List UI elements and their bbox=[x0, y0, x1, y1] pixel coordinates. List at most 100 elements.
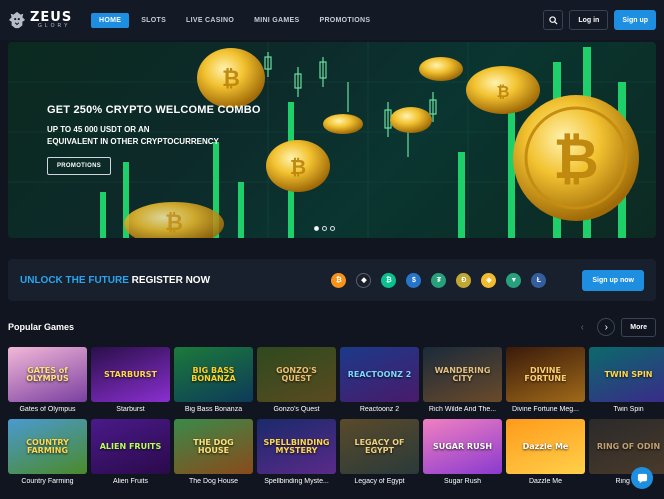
game-title: Gates of Olympus bbox=[19, 406, 76, 413]
game-title: Rich Wilde And The... bbox=[428, 406, 497, 413]
game-title: Country Farming bbox=[21, 478, 74, 485]
section-title: Popular Games bbox=[8, 322, 75, 332]
game-title: Big Bass Bonanza bbox=[184, 406, 243, 413]
svg-text:₿: ₿ bbox=[553, 127, 599, 192]
game-title: Twin Spin bbox=[613, 406, 644, 413]
game-logo: Dazzle Me bbox=[522, 441, 569, 451]
search-button[interactable] bbox=[543, 10, 564, 30]
game-title: Divine Fortune Meg... bbox=[512, 406, 579, 413]
game-title: Dazzle Me bbox=[528, 478, 563, 485]
top-header: ZEUS GLORY HOME SLOTS LIVE CASINO MINI G… bbox=[0, 0, 664, 40]
carousel-dot-3[interactable] bbox=[330, 226, 335, 231]
prev-arrow-icon[interactable]: ‹ bbox=[573, 318, 591, 336]
game-title: Gonzo's Quest bbox=[273, 406, 320, 413]
chat-icon bbox=[637, 473, 647, 483]
bitcoin-icon: ₿ bbox=[331, 272, 347, 288]
tron-icon: ▼ bbox=[506, 272, 522, 288]
register-banner: UNLOCK THE FUTURE REGISTER NOW ₿ ◆ ₿ $ ₮ Ð ◈ ▼ Ł… bbox=[8, 259, 656, 301]
lion-logo-icon bbox=[8, 11, 26, 29]
game-title: Sugar Rush bbox=[444, 478, 481, 485]
chat-button[interactable] bbox=[631, 467, 653, 489]
usdc-icon: $ bbox=[406, 272, 422, 288]
game-tile[interactable]: WANDERING CITY Rich Wilde And The... bbox=[423, 347, 502, 413]
game-logo: THE DOG HOUSE bbox=[193, 437, 234, 455]
game-tile[interactable]: Dazzle Me Dazzle Me bbox=[506, 419, 585, 485]
login-button[interactable]: Log in bbox=[569, 10, 609, 30]
game-thumbnail[interactable]: THE DOG HOUSE bbox=[174, 419, 253, 474]
main-nav: HOME SLOTS LIVE CASINO MINI GAMES PROMOT… bbox=[91, 12, 378, 28]
game-logo: SUGAR RUSH bbox=[432, 441, 493, 451]
carousel-dot-2[interactable] bbox=[322, 226, 327, 231]
game-tile[interactable]: GATES of OLYMPUS Gates of Olympus bbox=[8, 347, 87, 413]
game-tile[interactable]: GONZO'S QUEST Gonzo's Quest bbox=[257, 347, 336, 413]
game-thumbnail[interactable]: BIG BASS BONANZA bbox=[174, 347, 253, 402]
game-tile[interactable]: BIG BASS BONANZA Big Bass Bonanza bbox=[174, 347, 253, 413]
games-grid: GATES of OLYMPUS Gates of Olympus STARBURS… bbox=[8, 347, 664, 485]
game-thumbnail[interactable]: GATES of OLYMPUS bbox=[8, 347, 87, 402]
game-thumbnail[interactable]: TWIN SPIN bbox=[589, 347, 664, 402]
promotions-button[interactable]: PROMOTIONS bbox=[47, 157, 112, 176]
next-arrow-icon[interactable]: › bbox=[597, 318, 616, 336]
game-tile[interactable]: LEGACY OF EGYPT Legacy of Egypt bbox=[340, 419, 419, 485]
game-logo: GATES of OLYMPUS bbox=[26, 365, 69, 383]
game-thumbnail[interactable]: Dazzle Me bbox=[506, 419, 585, 474]
game-thumbnail[interactable]: LEGACY OF EGYPT bbox=[340, 419, 419, 474]
game-thumbnail[interactable]: SUGAR RUSH bbox=[423, 419, 502, 474]
game-logo: COUNTRY FARMING bbox=[26, 437, 69, 455]
hero-subtitle-line-1: UP TO 45 000 USDT OR AN bbox=[47, 125, 150, 134]
crypto-coin-list: ₿ ◆ ₿ $ ₮ Ð ◈ ▼ Ł bbox=[331, 272, 547, 288]
popular-games-header: Popular Games ‹ › More bbox=[8, 316, 656, 338]
more-button[interactable]: More bbox=[621, 317, 656, 337]
svg-text:₿: ₿ bbox=[222, 67, 240, 92]
game-thumbnail[interactable]: ALIEN FRUITS bbox=[91, 419, 170, 474]
game-tile[interactable]: SPELLBINDING MYSTERY Spellbinding Myste..… bbox=[257, 419, 336, 485]
game-title: Legacy of Egypt bbox=[354, 478, 405, 485]
game-thumbnail[interactable]: COUNTRY FARMING bbox=[8, 419, 87, 474]
game-logo: LEGACY OF EGYPT bbox=[354, 437, 405, 455]
game-logo: STARBURST bbox=[104, 369, 157, 379]
ethereum-icon: ◆ bbox=[356, 272, 372, 288]
game-thumbnail[interactable]: REACTOONZ 2 bbox=[340, 347, 419, 402]
game-tile[interactable]: TWIN SPIN Twin Spin bbox=[589, 347, 664, 413]
logo-subtitle: GLORY bbox=[38, 23, 71, 29]
search-icon bbox=[549, 15, 558, 25]
signup-now-button[interactable]: Sign up now bbox=[582, 269, 644, 291]
hero-banner[interactable]: ₿ ₿ ₿ ₿ ₿ GET 250% CRYPTO WELCOME COMBO … bbox=[8, 42, 656, 238]
game-thumbnail[interactable]: DIVINE FORTUNE bbox=[506, 347, 585, 402]
nav-slots[interactable]: SLOTS bbox=[133, 13, 174, 28]
game-thumbnail[interactable]: WANDERING CITY bbox=[423, 347, 502, 402]
game-thumbnail[interactable]: SPELLBINDING MYSTERY bbox=[257, 419, 336, 474]
game-tile[interactable]: SUGAR RUSH Sugar Rush bbox=[423, 419, 502, 485]
game-thumbnail[interactable]: GONZO'S QUEST bbox=[257, 347, 336, 402]
game-tile[interactable]: ALIEN FRUITS Alien Fruits bbox=[91, 419, 170, 485]
nav-home[interactable]: HOME bbox=[91, 12, 130, 28]
dogecoin-icon: Ð bbox=[456, 272, 472, 288]
game-title: Starburst bbox=[116, 406, 145, 413]
game-tile[interactable]: DIVINE FORTUNE Divine Fortune Meg... bbox=[506, 347, 585, 413]
game-logo: SPELLBINDING MYSTERY bbox=[263, 437, 330, 455]
game-logo: WANDERING CITY bbox=[434, 365, 491, 383]
bnb-icon: ◈ bbox=[481, 272, 497, 288]
game-tile[interactable]: THE DOG HOUSE The Dog House bbox=[174, 419, 253, 485]
game-title: Reactoonz 2 bbox=[359, 406, 400, 413]
game-logo: TWIN SPIN bbox=[604, 369, 653, 379]
game-title: The Dog House bbox=[188, 478, 239, 485]
carousel-dot-1[interactable] bbox=[314, 226, 319, 231]
game-logo: BIG BASS BONANZA bbox=[191, 365, 236, 383]
svg-text:₿: ₿ bbox=[496, 82, 509, 101]
game-tile[interactable]: REACTOONZ 2 Reactoonz 2 bbox=[340, 347, 419, 413]
svg-text:₿: ₿ bbox=[165, 211, 183, 236]
nav-live-casino[interactable]: LIVE CASINO bbox=[178, 13, 242, 28]
game-logo: GONZO'S QUEST bbox=[276, 365, 317, 383]
nav-promotions[interactable]: PROMOTIONS bbox=[311, 13, 378, 28]
nav-mini-games[interactable]: MINI GAMES bbox=[246, 13, 307, 28]
game-thumbnail[interactable]: STARBURST bbox=[91, 347, 170, 402]
logo[interactable]: ZEUS GLORY bbox=[8, 11, 88, 29]
signup-button[interactable]: Sign up bbox=[614, 10, 656, 30]
game-thumbnail[interactable]: RING OF ODIN bbox=[589, 419, 664, 474]
tether-icon: ₮ bbox=[431, 272, 447, 288]
game-tile[interactable]: COUNTRY FARMING Country Farming bbox=[8, 419, 87, 485]
game-tile[interactable]: STARBURST Starburst bbox=[91, 347, 170, 413]
bitcoin-cash-icon: ₿ bbox=[381, 272, 397, 288]
hero-subtitle-line-2: EQUIVALENT IN OTHER CRYPTOCURRENCY bbox=[47, 136, 219, 146]
